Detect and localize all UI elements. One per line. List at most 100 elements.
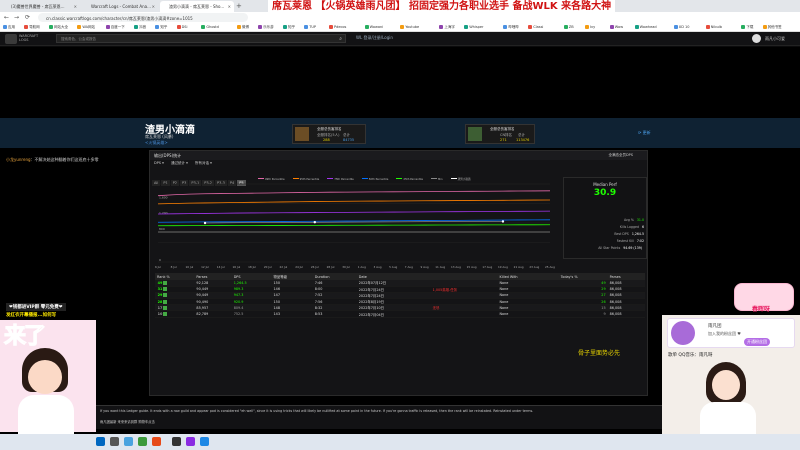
- bookmark-item[interactable]: Whisper: [464, 25, 483, 29]
- new-tab-icon[interactable]: +: [236, 2, 242, 10]
- browser-tab-active[interactable]: 渣男小滴滴 - 席瓦莱恩 - Sho... ✕: [160, 1, 234, 12]
- log-icon[interactable]: [163, 299, 167, 304]
- data-point[interactable]: [501, 220, 505, 223]
- today-percent-cell: 9: [558, 310, 608, 318]
- bookmark-item[interactable]: 上海宇: [439, 25, 455, 30]
- column-header[interactable]: [430, 273, 498, 280]
- search-icon[interactable]: ⌕: [339, 36, 342, 42]
- column-header[interactable]: 物品等级: [271, 273, 313, 280]
- series-line: [157, 224, 551, 227]
- browser-tab[interactable]: (3)魔兽世界魔兽 - 席瓦莱恩... ✕: [2, 1, 80, 12]
- warcraftlogs-logo[interactable]: [5, 34, 17, 44]
- bookmark-icon: [705, 25, 710, 29]
- browser-icon[interactable]: [152, 437, 161, 446]
- close-icon[interactable]: ✕: [152, 4, 155, 9]
- avatar[interactable]: [752, 34, 761, 43]
- column-header[interactable]: DPS: [231, 273, 272, 280]
- stat-select[interactable]: 通过统计 ▾: [171, 161, 188, 165]
- bookmark-item[interactable]: 乐乐游: [258, 25, 274, 30]
- column-header[interactable]: Date: [356, 273, 431, 280]
- data-point[interactable]: [203, 221, 207, 225]
- search-input[interactable]: 搜索角色、公会或报告 ⌕: [56, 34, 346, 43]
- bookmark-item[interactable]: 知乎: [155, 25, 167, 30]
- bottom-banner: If you want this Ledger guide. It ends w…: [96, 405, 662, 429]
- update-button[interactable]: ⟳ 更新: [638, 130, 651, 136]
- bookmark-item[interactable]: 导航网: [24, 25, 40, 30]
- join-fan-club-button[interactable]: 开通粉丝团: [744, 338, 770, 346]
- bookmark-item[interactable]: 下载: [741, 25, 753, 30]
- spec-select[interactable]: 所有对话 ▾: [195, 161, 212, 165]
- bookmark-item[interactable]: 百度一下: [105, 25, 125, 30]
- column-header[interactable]: Rank %: [155, 273, 195, 280]
- bookmark-icon: [609, 25, 614, 29]
- app-icon[interactable]: [186, 437, 195, 446]
- browser-tab[interactable]: Warcraft Logs - Combat Ana... ✕: [82, 1, 158, 12]
- metric-select[interactable]: DPS ▾: [154, 161, 164, 165]
- bookmark-item[interactable]: 微博: [237, 25, 249, 30]
- bookmark-item[interactable]: Wowhead: [634, 25, 657, 29]
- bookmark-item[interactable]: 知乎: [283, 25, 295, 30]
- taskview-icon[interactable]: [124, 437, 133, 446]
- close-icon[interactable]: ✕: [74, 4, 77, 9]
- brand[interactable]: WARCRAFT LOGS: [19, 34, 38, 42]
- bookmark-item[interactable]: Nibulb: [705, 25, 722, 29]
- bookmark-item[interactable]: TUP: [304, 25, 316, 29]
- x-tick-label: 19 Aug: [498, 265, 508, 269]
- bookmarks-bar: 应用 导航网 网站大全 WA网站 百度一下 抖音 知乎 DSi Ghostd 微博 乐乐游 知乎 TUP…: [0, 23, 800, 32]
- close-icon[interactable]: ✕: [228, 4, 231, 9]
- app-icon[interactable]: [172, 437, 181, 446]
- bookmark-label: 应用: [8, 25, 15, 29]
- start-icon[interactable]: [96, 437, 105, 446]
- bookmark-item[interactable]: ZB: [563, 25, 574, 29]
- bookmark-item[interactable]: 其他书签: [762, 25, 782, 30]
- fan-club-card: 雨凡团 加入我的粉丝团 ♥ 开通粉丝团: [667, 318, 795, 348]
- column-header[interactable]: Today's %: [558, 273, 608, 280]
- x-tick-label: 12 Jul: [201, 265, 209, 269]
- back-icon[interactable]: ←: [4, 14, 9, 21]
- bookmark-item[interactable]: Wow: [609, 25, 623, 29]
- bookmark-item[interactable]: Wowani: [364, 25, 383, 29]
- bookmark-icon: [503, 25, 508, 29]
- log-icon[interactable]: [163, 280, 167, 285]
- bookmark-item[interactable]: DSi: [176, 25, 187, 29]
- log-icon[interactable]: [163, 312, 167, 317]
- bookmark-item[interactable]: Pdecos: [329, 25, 346, 29]
- forward-icon[interactable]: →: [14, 14, 19, 21]
- bookmark-item[interactable]: 应用: [3, 25, 15, 30]
- log-icon[interactable]: [163, 287, 167, 292]
- column-header[interactable]: Duration: [312, 273, 357, 280]
- column-header[interactable]: Parses: [607, 273, 645, 280]
- reload-icon[interactable]: ⟳: [25, 14, 30, 21]
- bookmark-item[interactable]: WA网站: [77, 25, 95, 30]
- bookmark-item[interactable]: 网站大全: [49, 25, 68, 30]
- column-header[interactable]: Parses: [194, 273, 232, 280]
- app-icon[interactable]: [138, 437, 147, 446]
- streamer-body: [700, 402, 756, 434]
- column-header[interactable]: Killed With: [497, 273, 550, 280]
- column-header[interactable]: [549, 273, 559, 280]
- log-icon[interactable]: [163, 305, 167, 310]
- bookmark-item[interactable]: Classi: [528, 25, 543, 29]
- bookmark-item[interactable]: Youtube: [400, 25, 419, 29]
- panel-right-title[interactable]: 全满态全员DPS: [608, 153, 633, 158]
- search-icon[interactable]: [110, 437, 119, 446]
- data-point[interactable]: [313, 221, 316, 224]
- table-row[interactable]: 10 82,789 752.5 143 8:53 2022年7月04日 None 9 86,00…: [155, 310, 645, 318]
- bookmark-item[interactable]: Ghostd: [201, 25, 219, 29]
- address-bar[interactable]: cn.classic.warcraftlogs.com/character/cn…: [38, 13, 248, 22]
- app-icon[interactable]: [200, 437, 209, 446]
- fan-club-subtitle: 加入我的粉丝团 ♥: [708, 331, 741, 336]
- bookmark-item[interactable]: 哔哩哔: [503, 25, 519, 30]
- bookmark-item[interactable]: 抖音: [134, 25, 146, 30]
- user-name[interactable]: 雨凡小可爱: [765, 36, 785, 42]
- fan-badge-icon: [671, 321, 695, 345]
- bookmark-icon: [3, 25, 7, 29]
- x-tick-label: 20 Jul: [264, 265, 272, 269]
- bookmark-item[interactable]: Ivy: [585, 25, 595, 29]
- log-icon[interactable]: [163, 293, 167, 298]
- character-guild[interactable]: <火锅英雄>: [145, 140, 168, 146]
- login-button[interactable]: WL 登录/注册/Login: [356, 35, 393, 41]
- bookmark-label: 导航网: [29, 25, 40, 29]
- bookmark-item[interactable]: XD 10: [673, 25, 689, 29]
- panel-title[interactable]: 输出(DPS)统计: [154, 153, 181, 159]
